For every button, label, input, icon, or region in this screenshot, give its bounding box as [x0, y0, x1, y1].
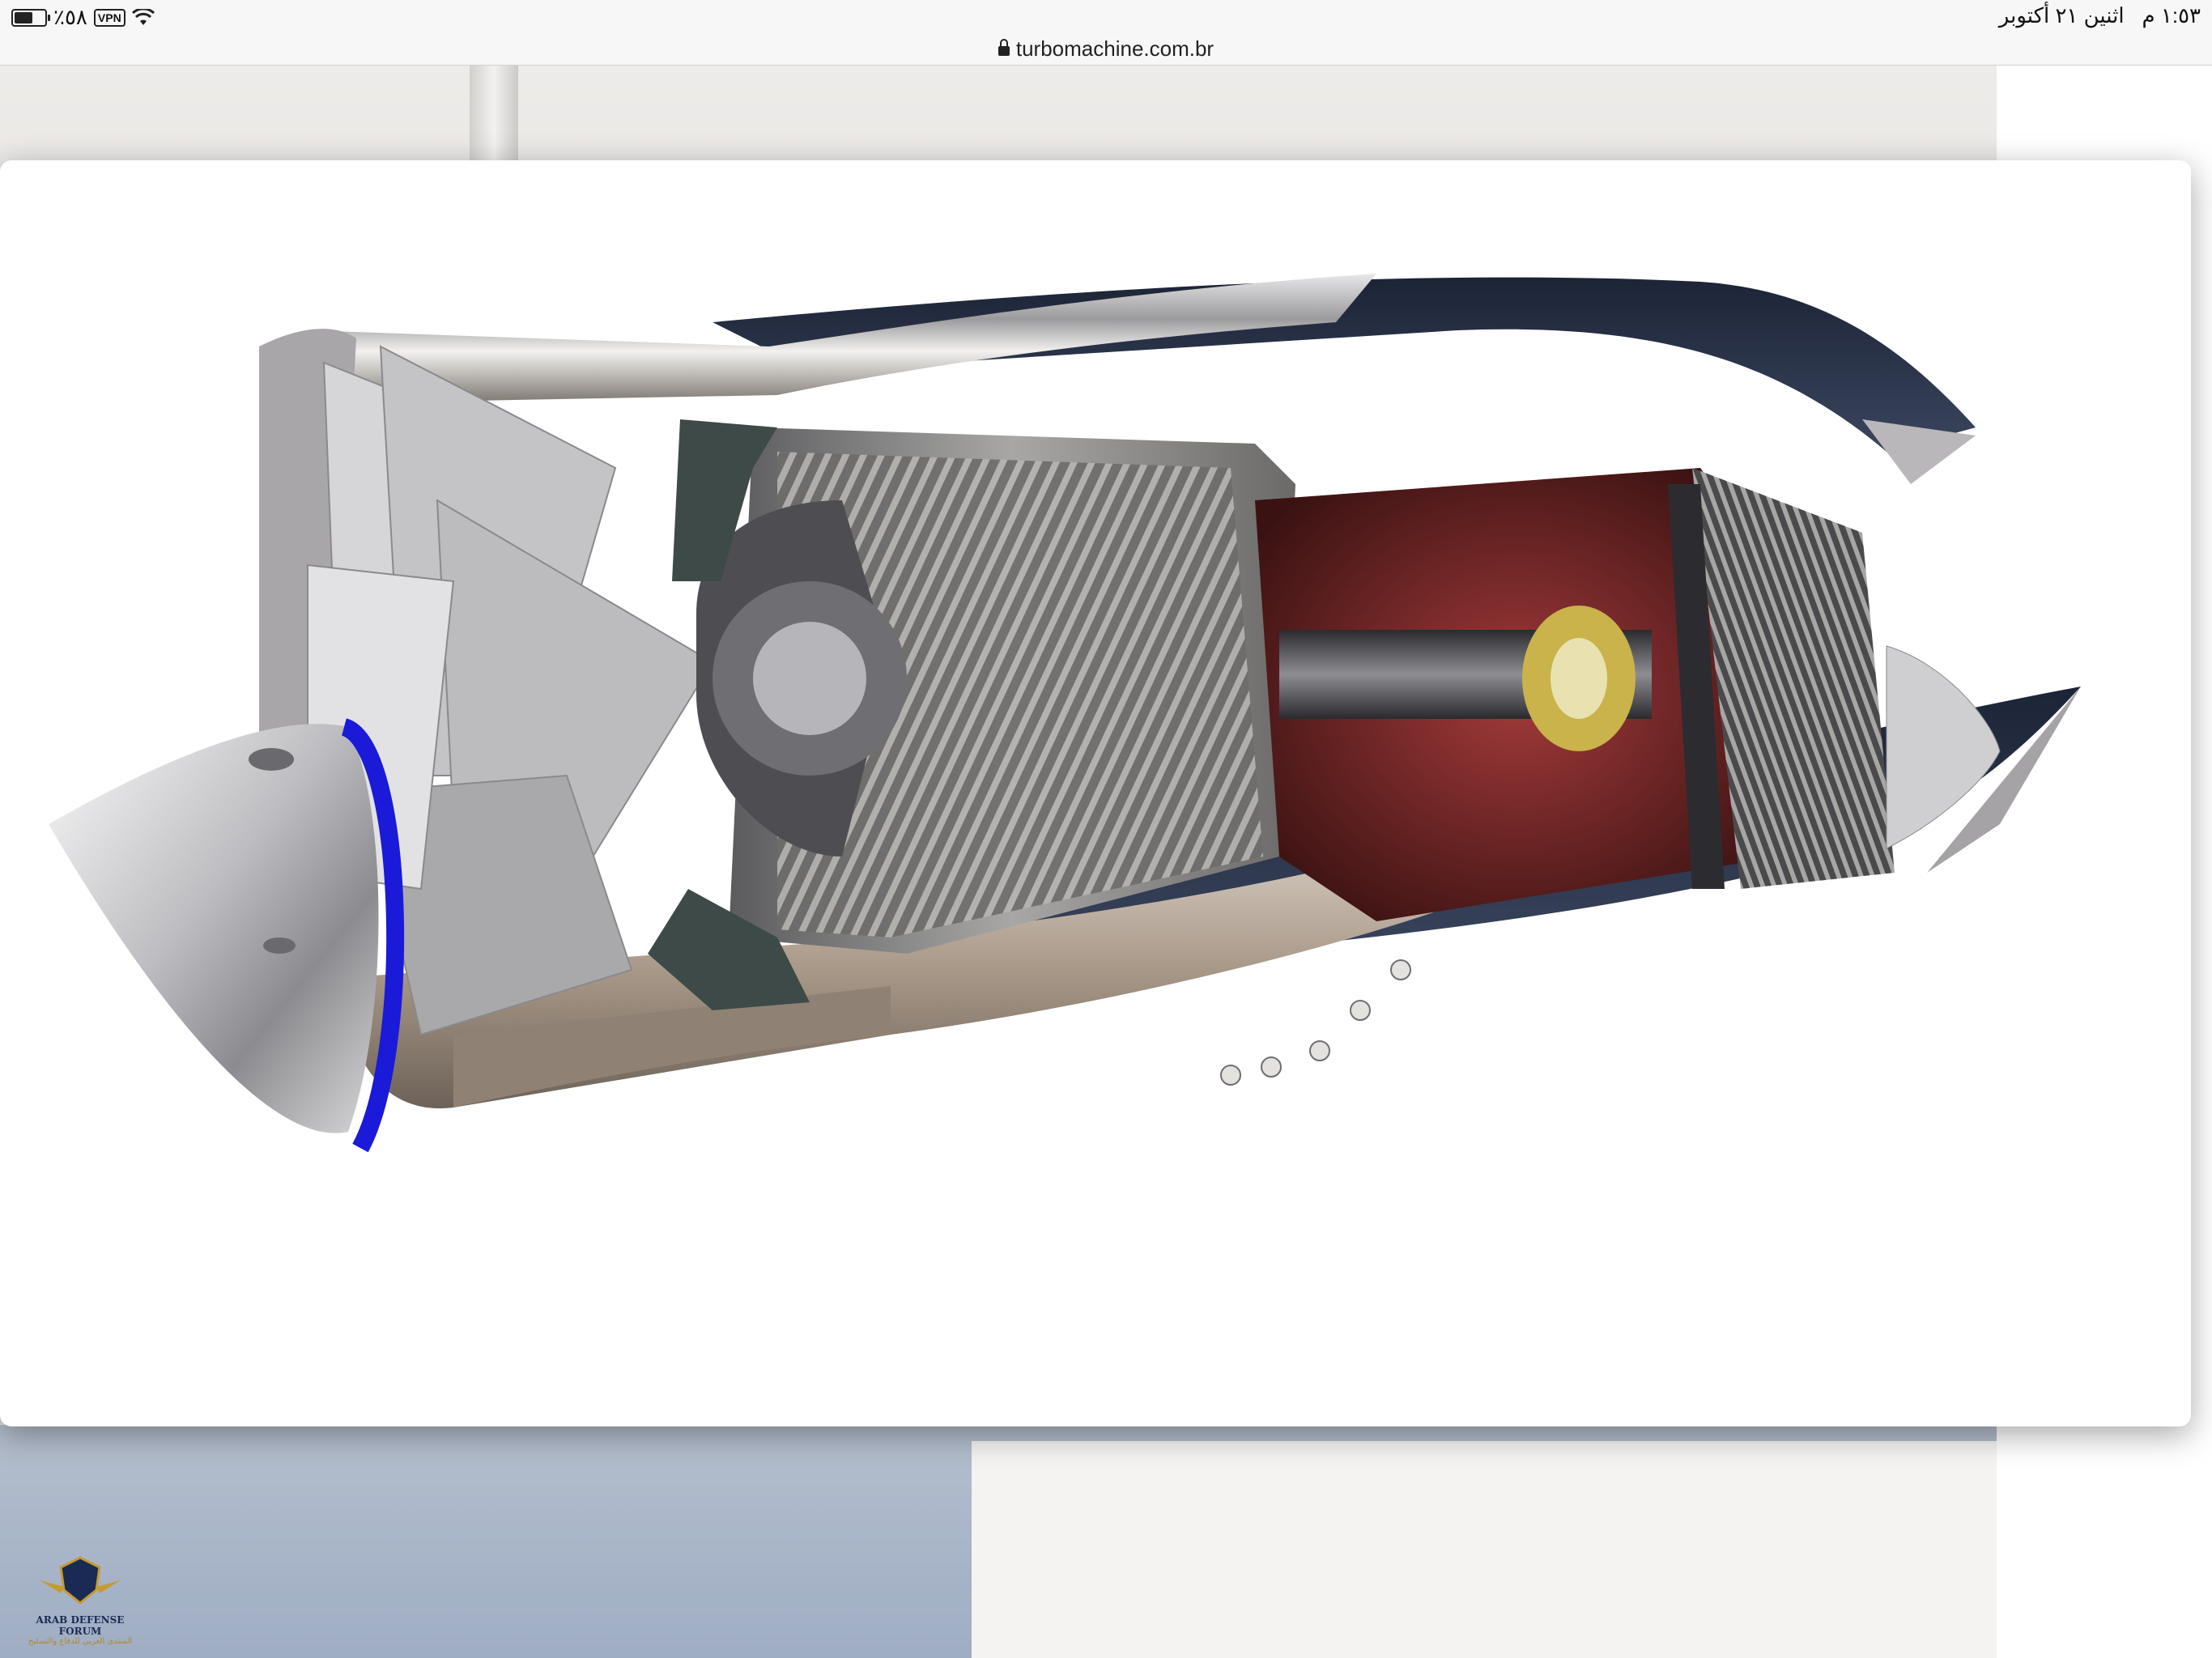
status-right: ١:٥٣ م اثنين ٢١ أكتوبر — [1999, 3, 2201, 28]
status-bar: ٪٥٨ VPN ١:٥٣ م اثنين ٢١ أكتوبر — [0, 0, 2212, 36]
status-left: ٪٥٨ VPN — [11, 5, 155, 30]
turbojet-cutaway-image — [49, 274, 2081, 1153]
vpn-badge: VPN — [93, 8, 125, 27]
shield-eagle-icon — [40, 1556, 121, 1605]
lock-icon — [998, 39, 1010, 56]
battery-percent: ٪٥٨ — [53, 5, 87, 29]
battery-fill — [15, 11, 32, 23]
status-date: اثنين ٢١ أكتوبر — [1998, 3, 2125, 28]
wifi-icon — [131, 8, 155, 25]
image-lightbox[interactable] — [0, 160, 2191, 1426]
screen: ٪٥٨ VPN ١:٥٣ م اثنين ٢١ أكتوبر turbomach… — [0, 0, 2212, 1658]
url-text[interactable]: turbomachine.com.br — [1016, 36, 1214, 62]
watermark-title: ARAB DEFENSE FORUM — [36, 1614, 125, 1637]
status-time: ١:٥٣ م — [2142, 3, 2201, 28]
watermark-logo: ARAB DEFENSE FORUM المنتدى العربي للدفاع… — [19, 1554, 141, 1646]
url-bar[interactable]: turbomachine.com.br — [0, 32, 2212, 66]
battery-icon — [11, 8, 50, 27]
watermark-subtitle: المنتدى العربي للدفاع والتسليح — [28, 1637, 133, 1646]
